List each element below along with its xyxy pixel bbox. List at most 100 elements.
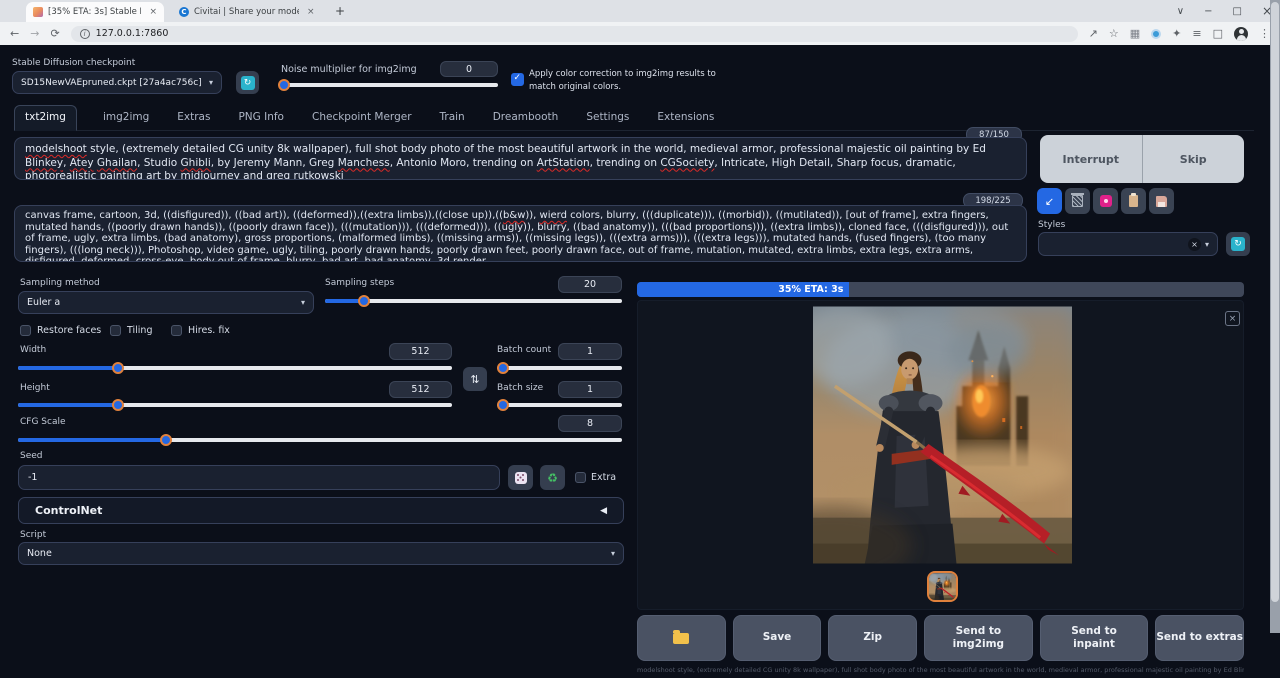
tab-settings[interactable]: Settings: [584, 106, 631, 130]
tab-png-info[interactable]: PNG Info: [236, 106, 286, 130]
window-minimize-icon[interactable]: −: [1204, 6, 1212, 17]
screen: [35% ETA: 3s] Stable Diffusion × C Civit…: [0, 0, 1280, 678]
tiling-checkbox[interactable]: [110, 325, 121, 336]
noise-multiplier-value[interactable]: 0: [440, 61, 498, 77]
tab-extensions[interactable]: Extensions: [655, 106, 716, 130]
side-panel-icon[interactable]: □: [1213, 27, 1223, 40]
seed-input[interactable]: -1: [18, 465, 500, 490]
bookmark-star-icon[interactable]: ☆: [1109, 27, 1119, 40]
tab-close-icon[interactable]: ×: [307, 7, 315, 17]
send-to-extras-button[interactable]: Send to extras: [1155, 615, 1244, 661]
script-label: Script: [20, 530, 46, 540]
styles-refresh-button[interactable]: ↻: [1226, 232, 1250, 256]
reuse-seed-button[interactable]: ♻: [540, 465, 565, 490]
tab-txt2img[interactable]: txt2img: [14, 105, 77, 131]
page-scrollbar[interactable]: [1270, 0, 1280, 633]
extension-blue-icon[interactable]: [1151, 29, 1161, 39]
tab-dreambooth[interactable]: Dreambooth: [491, 106, 561, 130]
apply-style-button[interactable]: [1121, 188, 1146, 214]
batch-count-slider[interactable]: [497, 362, 622, 374]
browser-tab-stable-diffusion[interactable]: [35% ETA: 3s] Stable Diffusion ×: [26, 2, 164, 22]
height-value[interactable]: 512: [389, 381, 452, 398]
prompt-textarea[interactable]: modelshoot style, (extremely detailed CG…: [14, 137, 1027, 180]
tab-checkpoint-merger[interactable]: Checkpoint Merger: [310, 106, 414, 130]
clear-prompt-button[interactable]: [1065, 188, 1090, 214]
swap-dimensions-button[interactable]: ⇅: [463, 367, 487, 391]
extra-networks-button[interactable]: [1093, 188, 1118, 214]
styles-label: Styles: [1038, 220, 1065, 230]
interrupt-button[interactable]: Interrupt: [1040, 135, 1142, 183]
script-dropdown[interactable]: None ▾: [18, 542, 624, 565]
civitai-favicon: C: [179, 7, 189, 17]
share-icon[interactable]: ↗: [1089, 27, 1098, 40]
batch-size-slider[interactable]: [497, 399, 622, 411]
thumbnail-image: [929, 573, 956, 600]
generation-progress-bar: 35% ETA: 3s: [637, 282, 1244, 297]
tab-close-icon[interactable]: ×: [149, 7, 157, 17]
sampling-method-dropdown[interactable]: Euler a ▾: [18, 291, 314, 314]
gallery-close-icon[interactable]: ×: [1225, 311, 1240, 326]
controlnet-accordion[interactable]: ControlNet ◀: [18, 497, 624, 524]
batch-count-value[interactable]: 1: [558, 343, 622, 360]
tab-title: [35% ETA: 3s] Stable Diffusion: [48, 7, 141, 17]
checkpoint-label: Stable Diffusion checkpoint: [12, 58, 135, 68]
extra-seed-label: Extra: [591, 472, 616, 483]
back-icon[interactable]: ←: [10, 27, 19, 40]
gallery-thumbnail[interactable]: [927, 571, 958, 602]
tab-img2img[interactable]: img2img: [101, 106, 151, 130]
hires-fix-label: Hires. fix: [188, 325, 230, 336]
zip-button[interactable]: Zip: [828, 615, 917, 661]
window-controls: ∨ − □ ×: [1177, 0, 1272, 22]
width-slider[interactable]: [18, 362, 452, 374]
reload-icon[interactable]: ⟳: [50, 27, 59, 40]
clear-styles-icon[interactable]: ×: [1188, 238, 1201, 251]
sampling-steps-slider[interactable]: [325, 295, 622, 307]
extension-grid-icon[interactable]: ▦: [1130, 27, 1140, 40]
save-button[interactable]: Save: [733, 615, 822, 661]
browser-tab-civitai[interactable]: C Civitai | Share your models ×: [172, 2, 322, 22]
checkpoint-dropdown[interactable]: SD15NewVAEpruned.ckpt [27a4ac756c] ▾: [12, 71, 222, 94]
checkpoint-refresh-button[interactable]: ↻: [236, 71, 259, 94]
cfg-scale-label: CFG Scale: [20, 417, 66, 427]
profile-avatar[interactable]: [1234, 27, 1248, 41]
swap-icon: ⇅: [470, 373, 479, 386]
cfg-scale-value[interactable]: 8: [558, 415, 622, 432]
send-to-inpaint-button[interactable]: Send to inpaint: [1040, 615, 1149, 661]
skip-button[interactable]: Skip: [1142, 135, 1245, 183]
address-bar[interactable]: i 127.0.0.1:7860: [71, 26, 1078, 42]
negative-prompt-textarea[interactable]: canvas frame, cartoon, 3d, ((disfigured)…: [14, 205, 1027, 262]
height-slider[interactable]: [18, 399, 452, 411]
browser-toolbar: ← → ⟳ i 127.0.0.1:7860 ↗ ☆ ▦ ✦ ≡ □ ⋮: [0, 22, 1280, 45]
batch-size-value[interactable]: 1: [558, 381, 622, 398]
new-tab-button[interactable]: +: [332, 3, 348, 19]
window-maximize-icon[interactable]: □: [1232, 6, 1241, 17]
random-seed-button[interactable]: [508, 465, 533, 490]
tab-extras[interactable]: Extras: [175, 106, 212, 130]
trash-icon: [1072, 195, 1083, 207]
browser-menu-icon[interactable]: ⋮: [1259, 27, 1270, 40]
paste-generation-params-button[interactable]: ↙: [1037, 188, 1062, 214]
sampling-steps-value[interactable]: 20: [558, 276, 622, 293]
cfg-scale-slider[interactable]: [18, 434, 622, 446]
forward-icon[interactable]: →: [30, 27, 39, 40]
send-to-img2img-button[interactable]: Send to img2img: [924, 615, 1033, 661]
paste-arrow-icon: ↙: [1045, 195, 1054, 208]
hires-fix-checkbox[interactable]: [171, 325, 182, 336]
browser-tabstrip: [35% ETA: 3s] Stable Diffusion × C Civit…: [0, 0, 1280, 22]
open-folder-button[interactable]: [637, 615, 726, 661]
save-style-button[interactable]: [1149, 188, 1174, 214]
generated-image[interactable]: [813, 306, 1072, 564]
tab-train[interactable]: Train: [438, 106, 467, 130]
reading-list-icon[interactable]: ≡: [1192, 27, 1201, 40]
window-chevron-icon[interactable]: ∨: [1177, 6, 1184, 17]
color-correction-checkbox[interactable]: [511, 73, 524, 86]
width-value[interactable]: 512: [389, 343, 452, 360]
restore-faces-checkbox[interactable]: [20, 325, 31, 336]
site-info-icon[interactable]: i: [80, 29, 90, 39]
extra-networks-card-icon: [1100, 195, 1112, 207]
folder-icon: [673, 633, 689, 644]
extensions-puzzle-icon[interactable]: ✦: [1172, 27, 1181, 40]
noise-multiplier-slider[interactable]: [281, 79, 498, 91]
extra-seed-checkbox[interactable]: [575, 472, 586, 483]
styles-dropdown[interactable]: × ▾: [1038, 232, 1218, 256]
